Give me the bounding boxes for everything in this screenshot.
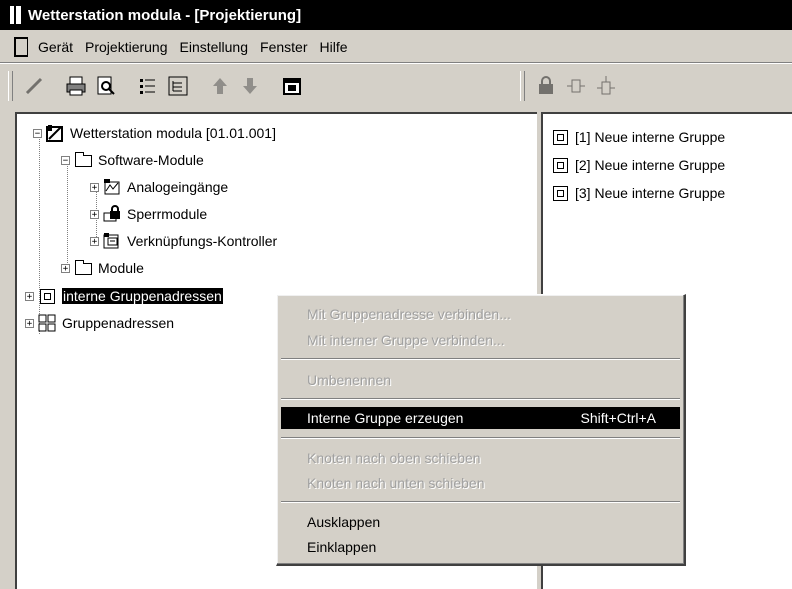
tree-item-analog-inputs[interactable]: + Analogeingänge bbox=[90, 176, 228, 198]
device-icon bbox=[46, 124, 64, 142]
list-item[interactable]: [1] Neue interne Gruppe bbox=[551, 126, 725, 148]
menu-projektierung[interactable]: Projektierung bbox=[79, 39, 174, 55]
internal-group-icon bbox=[551, 128, 569, 146]
tree-item-software-modules[interactable]: − Software-Module bbox=[61, 149, 204, 171]
expand-toggle[interactable]: + bbox=[61, 263, 70, 273]
internal-group-icon bbox=[38, 287, 56, 305]
list-item-label: [3] Neue interne Gruppe bbox=[575, 185, 726, 201]
connector-icon[interactable] bbox=[563, 73, 589, 99]
tree-item-lock-modules[interactable]: + Sperrmodule bbox=[90, 203, 207, 225]
expand-toggle[interactable]: + bbox=[90, 236, 99, 246]
arrow-down-icon[interactable] bbox=[237, 73, 263, 99]
tree-item-internal-group-addresses[interactable]: + interne Gruppenadressen bbox=[25, 285, 224, 307]
menu-item-label: Knoten nach unten schieben bbox=[307, 475, 485, 491]
list-view-icon[interactable] bbox=[135, 73, 161, 99]
menu-separator bbox=[281, 358, 680, 360]
tree-line bbox=[67, 161, 68, 271]
menu-item-label: Interne Gruppe erzeugen bbox=[307, 410, 464, 426]
title-bar: Wetterstation modula - [Projektierung] bbox=[0, 0, 792, 30]
tree-label-analog-inputs: Analogeingänge bbox=[127, 179, 229, 195]
tree-label-group-addresses: Gruppenadressen bbox=[62, 315, 175, 331]
menu-item-move-up[interactable]: Knoten nach oben schieben bbox=[281, 447, 680, 469]
logic-controller-icon bbox=[103, 232, 121, 250]
tree-item-logic-controller[interactable]: + Verknüpfungs-Kontroller bbox=[90, 230, 277, 252]
list-item-label: [2] Neue interne Gruppe bbox=[575, 157, 726, 173]
lock-module-icon bbox=[103, 205, 121, 223]
tree-label-root: Wetterstation modula [01.01.001] bbox=[70, 125, 276, 141]
analog-input-icon bbox=[103, 178, 121, 196]
menu-separator bbox=[0, 62, 792, 64]
tree-item-group-addresses[interactable]: + Gruppenadressen bbox=[25, 312, 174, 334]
print-preview-icon[interactable] bbox=[93, 73, 119, 99]
toolbar-main bbox=[8, 66, 307, 106]
list-item[interactable]: [2] Neue interne Gruppe bbox=[551, 154, 725, 176]
tree-label-logic-controller: Verknüpfungs-Kontroller bbox=[127, 233, 278, 249]
menu-item-collapse[interactable]: Einklappen bbox=[281, 536, 680, 558]
menu-fenster[interactable]: Fenster bbox=[254, 39, 313, 55]
window-title: Wetterstation modula - [Projektierung] bbox=[28, 6, 302, 24]
tree-item-modules[interactable]: + Module bbox=[61, 257, 144, 279]
collapse-toggle[interactable]: − bbox=[61, 155, 70, 165]
app-icon[interactable] bbox=[10, 6, 22, 24]
menu-item-expand[interactable]: Ausklappen bbox=[281, 511, 680, 533]
menu-item-move-down[interactable]: Knoten nach unten schieben bbox=[281, 472, 680, 494]
internal-group-icon bbox=[551, 156, 569, 174]
group-addresses-icon bbox=[38, 314, 56, 332]
toolbar-grip-2[interactable] bbox=[520, 71, 525, 101]
expand-toggle[interactable]: + bbox=[25, 291, 34, 301]
menu-separator bbox=[281, 501, 680, 503]
list-item[interactable]: [3] Neue interne Gruppe bbox=[551, 182, 725, 204]
arrow-up-icon[interactable] bbox=[207, 73, 233, 99]
menu-item-create-internal-group[interactable]: Interne Gruppe erzeugen Shift+Ctrl+A bbox=[281, 407, 680, 429]
menu-item-label: Knoten nach oben schieben bbox=[307, 450, 481, 466]
toolbar-grip[interactable] bbox=[8, 71, 13, 101]
tree-view-icon[interactable] bbox=[165, 73, 191, 99]
menu-item-connect-internal-group[interactable]: Mit interner Gruppe verbinden... bbox=[281, 329, 680, 351]
menu-item-label: Umbenennen bbox=[307, 372, 392, 388]
lock-icon[interactable] bbox=[533, 73, 559, 99]
expand-toggle[interactable]: + bbox=[90, 209, 99, 219]
expand-toggle[interactable]: + bbox=[25, 318, 34, 328]
folder-icon bbox=[74, 259, 92, 277]
tree-item-root[interactable]: − Wetterstation modula [01.01.001] bbox=[33, 122, 276, 144]
print-icon[interactable] bbox=[63, 73, 89, 99]
menu-item-label: Mit interner Gruppe verbinden... bbox=[307, 332, 505, 348]
internal-group-icon bbox=[551, 184, 569, 202]
menu-item-connect-group-address[interactable]: Mit Gruppenadresse verbinden... bbox=[281, 303, 680, 325]
toolbar-secondary bbox=[520, 66, 621, 106]
menu-item-label: Mit Gruppenadresse verbinden... bbox=[307, 306, 511, 322]
context-menu: Mit Gruppenadresse verbinden... Mit inte… bbox=[276, 294, 686, 566]
menu-separator bbox=[281, 437, 680, 439]
tree-label-lock-modules: Sperrmodule bbox=[127, 206, 208, 222]
calendar-icon[interactable] bbox=[279, 73, 305, 99]
menu-separator bbox=[281, 398, 680, 400]
menu-item-label: Ausklappen bbox=[307, 514, 381, 530]
menu-bar: Gerät Projektierung Einstellung Fenster … bbox=[0, 32, 792, 62]
expand-toggle[interactable]: + bbox=[90, 182, 99, 192]
menu-hilfe[interactable]: Hilfe bbox=[313, 39, 353, 55]
document-icon[interactable] bbox=[14, 37, 28, 57]
folder-icon bbox=[74, 151, 92, 169]
menu-einstellung[interactable]: Einstellung bbox=[174, 39, 255, 55]
tree-label-software-modules: Software-Module bbox=[98, 152, 204, 168]
tree-label-modules: Module bbox=[98, 260, 144, 276]
collapse-toggle[interactable]: − bbox=[33, 128, 42, 138]
list-item-label: [1] Neue interne Gruppe bbox=[575, 129, 726, 145]
connector-plus-icon[interactable] bbox=[593, 73, 619, 99]
menu-item-rename[interactable]: Umbenennen bbox=[281, 369, 680, 391]
menu-item-shortcut: Shift+Ctrl+A bbox=[580, 410, 656, 426]
menu-geraet[interactable]: Gerät bbox=[32, 39, 79, 55]
edit-pen-icon[interactable] bbox=[21, 73, 47, 99]
tree-label-internal-group-addresses: interne Gruppenadressen bbox=[61, 287, 224, 305]
menu-item-label: Einklappen bbox=[307, 539, 377, 555]
